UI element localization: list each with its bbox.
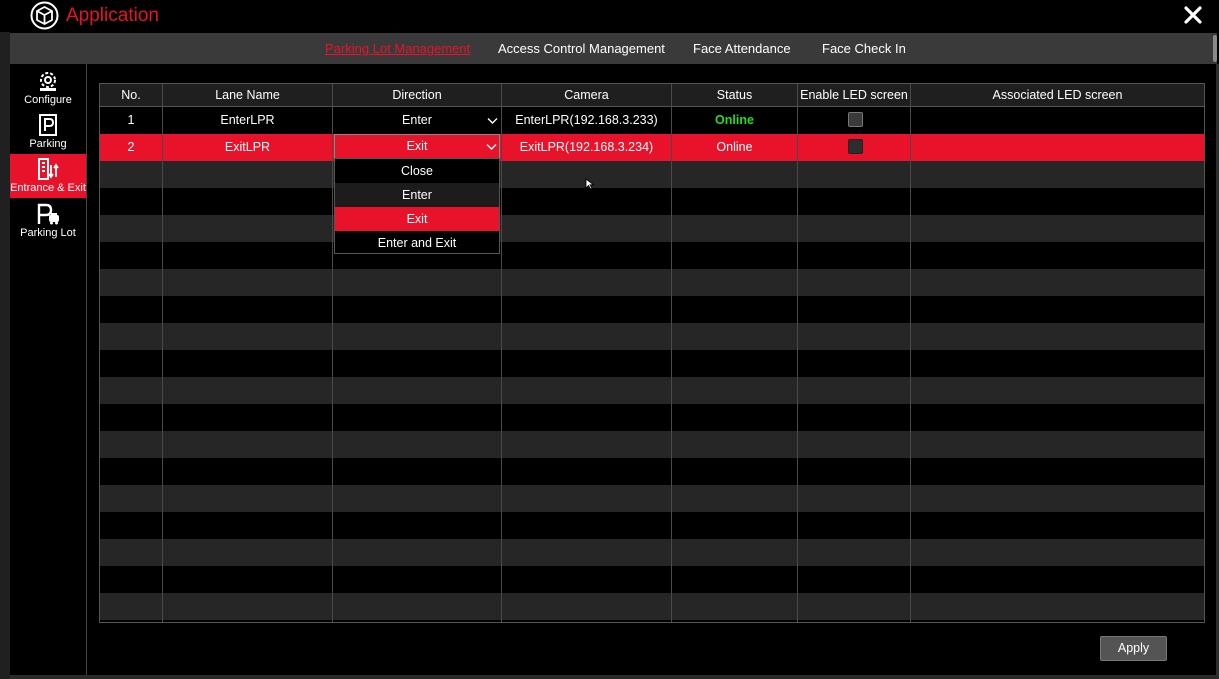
table-stripe	[100, 431, 1204, 458]
cell-lane-name: EnterLPR	[220, 113, 275, 127]
close-icon[interactable]	[1181, 3, 1205, 27]
status-badge: Online	[715, 113, 754, 127]
column-divider	[162, 84, 163, 622]
entrance-exit-icon	[38, 158, 59, 180]
window-bottom-edge	[10, 675, 1217, 679]
option-enter[interactable]: Enter	[335, 183, 499, 207]
sidebar-item-parking-lot[interactable]: Parking Lot	[10, 199, 86, 243]
tab-bar: Parking Lot Management Access Control Ma…	[10, 33, 1217, 64]
table-stripe	[100, 593, 1204, 620]
table-header: No. Lane Name Direction Camera Status En…	[100, 84, 1204, 107]
table-stripe	[100, 323, 1204, 350]
parking-sign-icon	[39, 114, 57, 136]
direction-select-open[interactable]: Exit	[334, 134, 500, 159]
chevron-down-icon[interactable]	[486, 143, 497, 151]
direction-options-list: Close Enter Exit Enter and Exit	[334, 158, 500, 254]
column-divider	[332, 84, 333, 622]
parking-lot-icon	[37, 203, 59, 225]
option-exit[interactable]: Exit	[335, 207, 499, 231]
table-stripe	[100, 269, 1204, 296]
sidebar-item-label: Parking	[29, 138, 67, 150]
app-logo-icon	[30, 1, 59, 30]
column-divider	[671, 84, 672, 622]
column-header-direction: Direction	[392, 88, 442, 102]
column-header-enable-led: Enable LED screen	[800, 88, 908, 102]
column-header-associated-led: Associated LED screen	[992, 88, 1123, 102]
table-stripe	[100, 377, 1204, 404]
direction-select[interactable]: Enter	[333, 107, 501, 134]
table-stripe	[100, 215, 1204, 242]
scrollbar-thumb[interactable]	[1213, 35, 1217, 62]
column-divider	[501, 84, 502, 622]
title-bar: Application	[0, 0, 1219, 32]
status-badge: Online	[716, 140, 753, 154]
sidebar-item-label: Entrance & Exit	[10, 182, 86, 194]
column-header-no: No.	[121, 88, 141, 102]
mouse-cursor-icon	[585, 178, 595, 190]
app-title: Application	[66, 5, 159, 26]
cell-associated-led[interactable]	[911, 134, 1204, 161]
cell-camera: EnterLPR(192.168.3.233)	[515, 113, 658, 127]
sidebar-item-configure[interactable]: Configure	[10, 66, 86, 110]
enable-led-checkbox[interactable]	[848, 139, 863, 154]
column-header-camera: Camera	[564, 88, 609, 102]
option-close[interactable]: Close	[335, 159, 499, 183]
sidebar-item-label: Parking Lot	[20, 227, 76, 239]
lane-table: No. Lane Name Direction Camera Status En…	[99, 83, 1205, 623]
column-divider	[910, 84, 911, 622]
window-left-edge	[0, 32, 10, 679]
column-header-status: Status	[716, 88, 753, 102]
chevron-down-icon[interactable]	[487, 117, 498, 125]
tab-access-control-management[interactable]: Access Control Management	[498, 41, 665, 56]
direction-select-value: Exit	[406, 139, 428, 153]
column-divider	[797, 84, 798, 622]
column-header-lane-name: Lane Name	[215, 88, 280, 102]
option-enter-and-exit[interactable]: Enter and Exit	[335, 231, 499, 255]
cell-lane-name: ExitLPR	[224, 140, 271, 154]
cell-no: 2	[127, 140, 135, 154]
tab-face-attendance[interactable]: Face Attendance	[693, 41, 791, 56]
tab-parking-lot-management[interactable]: Parking Lot Management	[325, 41, 470, 56]
gear-icon	[40, 72, 56, 91]
sidebar-item-parking[interactable]: Parking	[10, 110, 86, 154]
enable-led-checkbox[interactable]	[848, 112, 863, 127]
table-stripe	[100, 485, 1204, 512]
table-stripe	[100, 539, 1204, 566]
tab-face-check-in[interactable]: Face Check In	[822, 41, 906, 56]
cell-no: 1	[127, 113, 135, 127]
cell-associated-led[interactable]	[911, 107, 1204, 134]
cell-camera: ExitLPR(192.168.3.234)	[519, 140, 654, 154]
apply-button[interactable]: Apply	[1100, 636, 1167, 661]
table-row[interactable]: 1 EnterLPR Enter EnterLPR(192.168.3.233)…	[100, 107, 1204, 134]
sidebar-item-entrance-exit[interactable]: Entrance & Exit	[10, 154, 86, 198]
table-stripe	[100, 161, 1204, 188]
sidebar-item-label: Configure	[24, 94, 72, 106]
sidebar: Configure Parking Entrance & Exit Parkin…	[10, 64, 87, 675]
table-row-selected[interactable]: 2 ExitLPR ExitLPR(192.168.3.234) Online	[100, 134, 1204, 161]
